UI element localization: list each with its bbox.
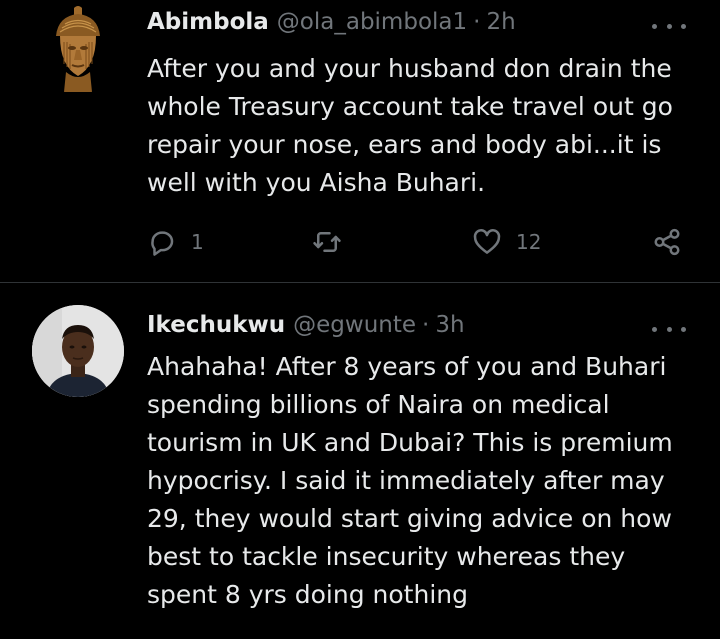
reply-icon	[151, 231, 174, 256]
tweet-actions: 1 12	[147, 222, 692, 262]
like-count: 12	[516, 230, 542, 254]
bronze-head-avatar-image	[32, 2, 124, 94]
tweet[interactable]: Ikechukwu @egwunte · 3h Ahahaha! After 8…	[0, 283, 720, 639]
timestamp[interactable]: 3h	[435, 312, 464, 338]
tweet[interactable]: Abimbola @ola_abimbola1 · 2h After you a…	[0, 0, 720, 282]
user-photo-avatar-image	[32, 305, 124, 397]
separator-dot: ·	[473, 9, 481, 35]
display-name[interactable]: Ikechukwu	[147, 312, 285, 338]
share-button[interactable]	[652, 222, 682, 262]
like-button[interactable]: 12	[472, 222, 541, 262]
tweet-text: Ahahaha! After 8 years of you and Buhari…	[147, 352, 673, 609]
tweet-header: Ikechukwu @egwunte · 3h	[147, 307, 465, 343]
display-name[interactable]: Abimbola	[147, 9, 269, 35]
more-icon[interactable]	[652, 319, 686, 339]
retweet-icon	[313, 232, 341, 252]
reply-button[interactable]: 1	[147, 222, 204, 262]
avatar[interactable]	[32, 2, 124, 94]
timestamp[interactable]: 2h	[486, 9, 515, 35]
reply-count: 1	[191, 230, 204, 254]
user-handle[interactable]: @ola_abimbola1	[277, 9, 467, 35]
avatar[interactable]	[32, 305, 124, 397]
tweet-text: After you and your husband don drain the…	[147, 54, 673, 197]
separator-dot: ·	[422, 312, 430, 338]
more-icon[interactable]	[652, 16, 686, 36]
user-handle[interactable]: @egwunte	[293, 312, 416, 338]
retweet-button[interactable]	[312, 222, 342, 262]
tweet-header: Abimbola @ola_abimbola1 · 2h	[147, 4, 516, 40]
like-icon	[473, 229, 501, 254]
share-icon	[654, 228, 680, 256]
